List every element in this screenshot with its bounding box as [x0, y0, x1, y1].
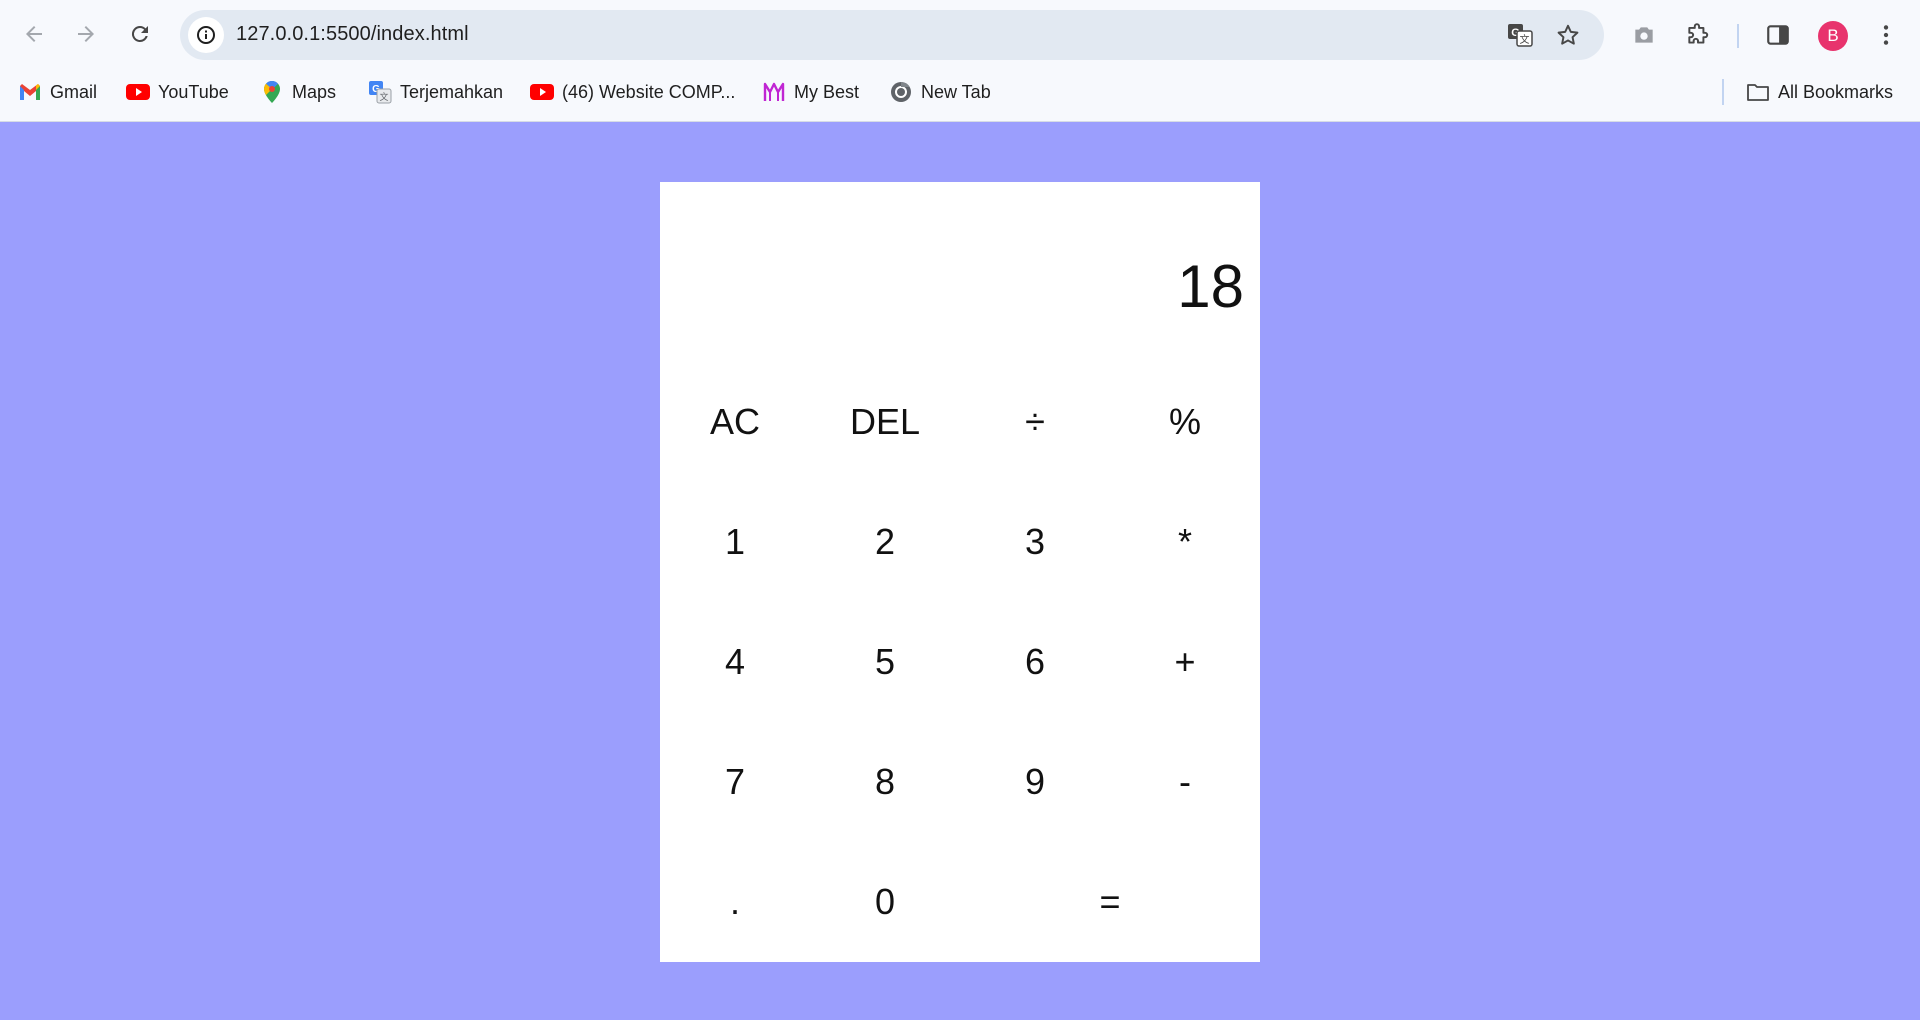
side-panel-icon [1767, 25, 1789, 45]
arrow-left-icon [26, 26, 42, 42]
puzzle-icon [1688, 23, 1709, 44]
key-decimal[interactable]: . [660, 842, 810, 962]
profile-avatar[interactable]: B [1818, 21, 1848, 51]
more-vertical-icon [1883, 25, 1889, 45]
display-value: 18 [1177, 253, 1244, 320]
bookmark-website-comp[interactable]: (46) Website COMP... [530, 78, 735, 106]
bookmark-label: (46) Website COMP... [562, 81, 736, 102]
bookmark-youtube[interactable]: YouTube [126, 78, 229, 106]
back-button[interactable] [14, 14, 54, 54]
site-info-button[interactable] [188, 17, 224, 53]
key-6[interactable]: 6 [960, 602, 1110, 722]
key-equals[interactable]: = [960, 842, 1260, 962]
bookmarks-divider [1722, 79, 1724, 105]
key-9[interactable]: 9 [960, 722, 1110, 842]
bookmark-label: My Best [794, 81, 860, 102]
bookmark-label: Terjemahkan [400, 81, 504, 102]
key-2[interactable]: 2 [810, 482, 960, 602]
key-divide[interactable]: ÷ [960, 362, 1110, 482]
key-8[interactable]: 8 [810, 722, 960, 842]
reload-button[interactable] [120, 14, 160, 54]
bookmark-label: Maps [292, 81, 337, 102]
all-bookmarks-label: All Bookmarks [1778, 81, 1894, 102]
arrow-right-icon [78, 26, 94, 42]
translate-icon: G 文 [1508, 24, 1533, 47]
mybest-icon [762, 80, 786, 104]
forward-button[interactable] [66, 14, 106, 54]
reload-icon [131, 25, 148, 42]
chrome-icon [889, 80, 913, 104]
maps-icon [260, 80, 284, 104]
translate-icon: G 文 [368, 80, 392, 104]
folder-icon [1746, 80, 1770, 104]
key-multiply[interactable]: * [1110, 482, 1260, 602]
browser-menu-button[interactable] [1868, 17, 1904, 53]
bookmark-star-button[interactable] [1554, 21, 1582, 49]
svg-text:文: 文 [1520, 33, 1530, 46]
bookmark-label: New Tab [921, 81, 991, 102]
key-delete[interactable]: DEL [810, 362, 960, 482]
bookmark-label: YouTube [158, 81, 229, 102]
svg-text:文: 文 [379, 91, 388, 102]
toolbar-divider [1737, 24, 1739, 48]
info-icon [197, 26, 215, 44]
key-add[interactable]: + [1110, 602, 1260, 722]
star-icon [1557, 24, 1579, 45]
key-percent[interactable]: % [1110, 362, 1260, 482]
key-5[interactable]: 5 [810, 602, 960, 722]
camera-icon [1635, 27, 1653, 43]
key-4[interactable]: 4 [660, 602, 810, 722]
key-0[interactable]: 0 [810, 842, 960, 962]
browser-chrome: 127.0.0.1:5500/index.html G 文 B Gmail Yo… [0, 0, 1920, 122]
side-panel-button[interactable] [1760, 17, 1796, 53]
browser-toolbar: 127.0.0.1:5500/index.html G 文 B [0, 0, 1920, 70]
key-1[interactable]: 1 [660, 482, 810, 602]
url-text[interactable]: 127.0.0.1:5500/index.html [236, 23, 469, 46]
translate-page-button[interactable]: G 文 [1506, 21, 1534, 49]
calculator: 18 AC DEL ÷ % 1 2 3 * 4 5 6 + 7 8 9 - . … [660, 182, 1260, 962]
bookmark-maps[interactable]: Maps [260, 78, 336, 106]
bookmark-gmail[interactable]: Gmail [18, 78, 97, 106]
key-subtract[interactable]: - [1110, 722, 1260, 842]
bookmark-my-best[interactable]: My Best [762, 78, 859, 106]
youtube-icon [126, 80, 150, 104]
address-bar[interactable]: 127.0.0.1:5500/index.html G 文 [180, 10, 1604, 60]
key-7[interactable]: 7 [660, 722, 810, 842]
bookmark-new-tab[interactable]: New Tab [889, 78, 991, 106]
screenshot-button[interactable] [1626, 17, 1662, 53]
key-all-clear[interactable]: AC [660, 362, 810, 482]
all-bookmarks-button[interactable]: All Bookmarks [1746, 78, 1893, 106]
bookmark-terjemahkan[interactable]: G 文 Terjemahkan [368, 78, 503, 106]
bookmarks-bar: Gmail YouTube Maps G 文 Terjemahkan (46) … [0, 72, 1920, 110]
gmail-icon [18, 80, 42, 104]
key-3[interactable]: 3 [960, 482, 1110, 602]
extensions-button[interactable] [1680, 17, 1716, 53]
calculator-display: 18 [660, 182, 1260, 362]
youtube-icon [530, 80, 554, 104]
bookmark-label: Gmail [50, 81, 98, 102]
